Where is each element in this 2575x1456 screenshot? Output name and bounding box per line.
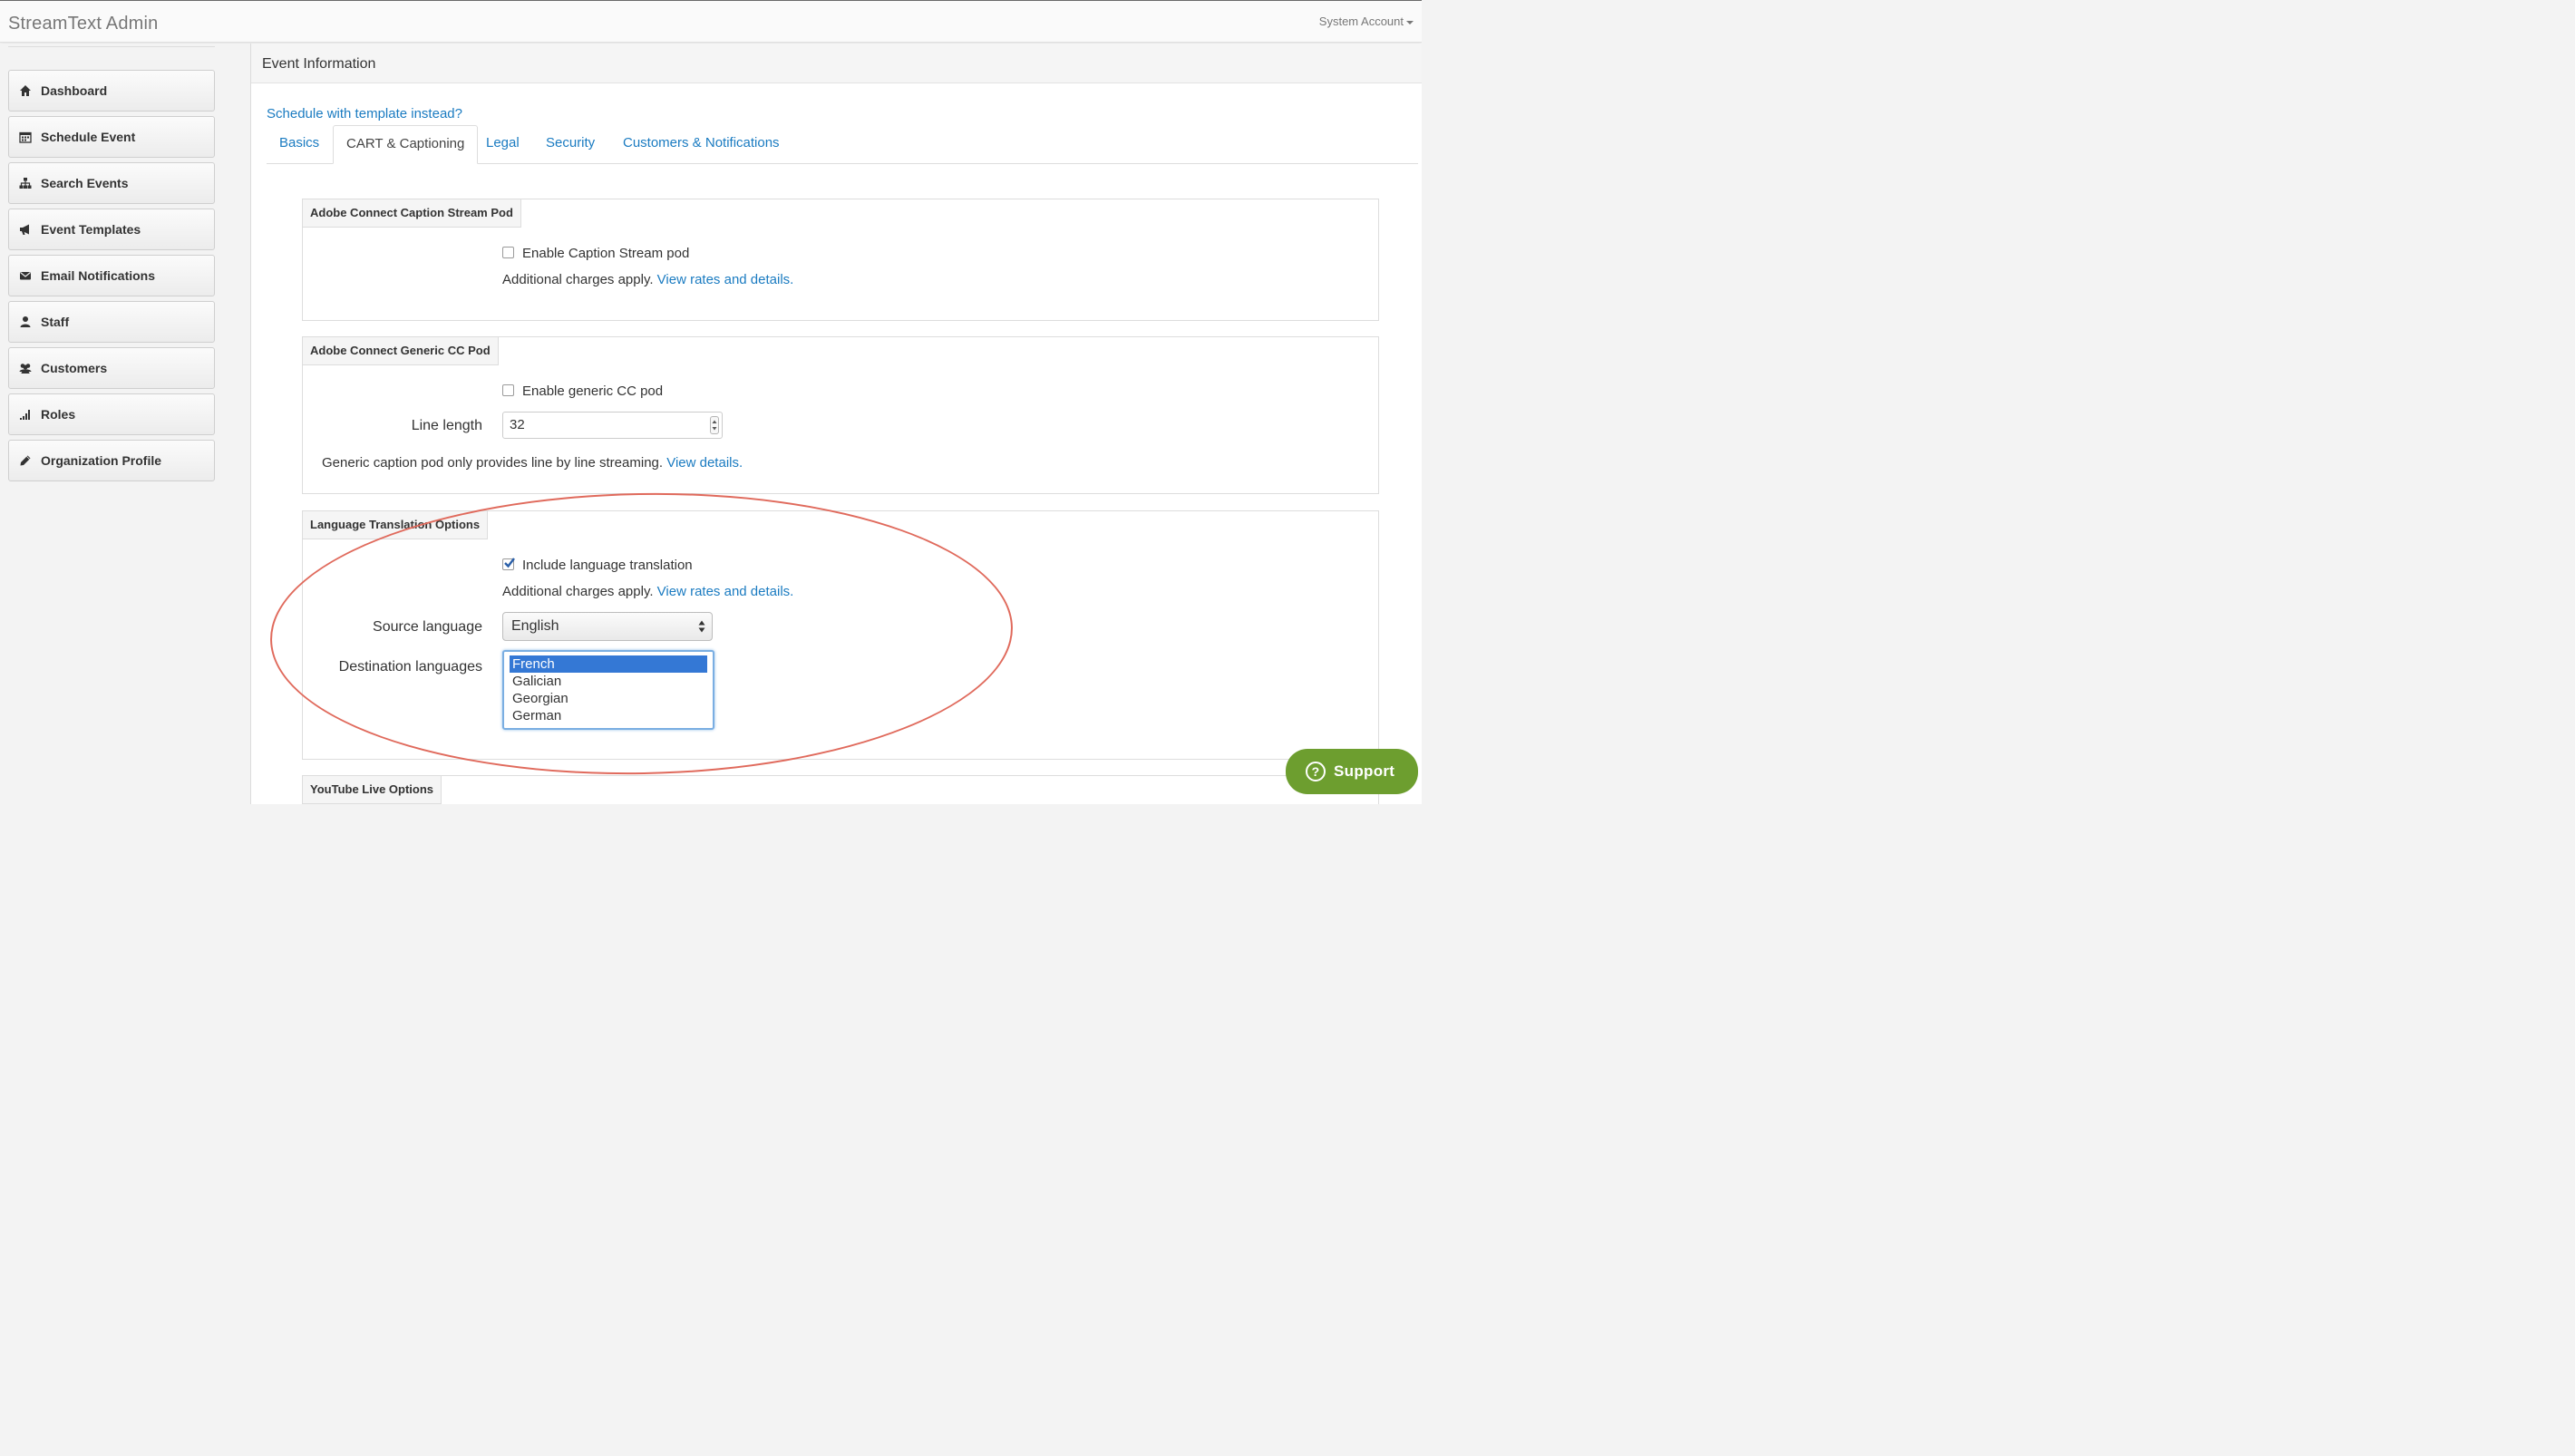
caret-down-icon [1406,20,1414,24]
generic-cc-note: Generic caption pod only provides line b… [322,455,743,471]
users-icon [19,364,32,374]
tab-cart-captioning[interactable]: CART & Captioning [333,125,479,164]
sidebar-item-email-notifications[interactable]: Email Notifications [8,255,215,296]
envelope-icon [20,272,31,280]
schedule-with-template-link[interactable]: Schedule with template instead? [267,106,462,121]
support-label: Support [1334,762,1395,780]
sidebar-item-schedule-event[interactable]: Schedule Event [8,116,215,158]
page-title: Event Information [262,56,376,72]
sidebar-item-roles[interactable]: Roles [8,393,215,435]
pencil-icon [20,455,31,466]
note-text: Generic caption pod only provides line b… [322,455,664,471]
listbox-option-galician[interactable]: Galician [510,673,707,690]
sidebar-item-label: Organization Profile [41,453,162,468]
event-tabs: Basics CART & Captioning Legal Security … [267,125,1418,164]
account-menu[interactable]: System Account [1319,15,1414,28]
main-content: Event Information Schedule with template… [251,44,1422,804]
destination-languages-listbox[interactable]: French Galician Georgian German [502,650,714,730]
generic-cc-checkbox-row[interactable]: Enable generic CC pod [502,383,663,399]
source-language-select[interactable]: English [502,612,713,641]
sidebar-item-label: Schedule Event [41,130,136,144]
checkbox-label: Enable generic CC pod [522,383,664,399]
tab-security[interactable]: Security [533,125,607,163]
bullhorn-icon [20,224,29,235]
translation-checkbox-row[interactable]: Include language translation [502,558,693,573]
sidebar-divider [8,46,215,47]
sidebar-item-customers[interactable]: Customers [8,347,215,389]
user-icon [20,316,31,327]
account-name: System Account [1318,15,1404,28]
tab-customers-notifications[interactable]: Customers & Notifications [610,125,792,163]
sidebar-item-label: Event Templates [41,222,141,237]
generic-cc-checkbox[interactable] [502,384,514,396]
sidebar-item-label: Search Events [41,176,129,190]
sidebar-item-organization-profile[interactable]: Organization Profile [8,440,215,481]
selected-value: English [511,618,559,634]
source-language-label: Source language [373,619,482,635]
panel-title: Adobe Connect Generic CC Pod [302,336,499,365]
line-length-input[interactable]: 32 [502,412,723,439]
panel-title: Language Translation Options [302,510,489,539]
view-details-link[interactable]: View details. [666,455,743,471]
home-icon [20,85,31,96]
support-button[interactable]: ? Support [1286,749,1418,794]
tab-legal[interactable]: Legal [473,125,532,163]
select-arrows-icon [698,620,705,633]
sitemap-icon [19,178,32,189]
view-rates-link[interactable]: View rates and details. [657,272,794,287]
sidebar: Dashboard Schedule Event Search Events E… [0,44,251,804]
app-brand[interactable]: StreamText Admin [8,14,159,34]
listbox-option-french[interactable]: French [510,655,707,673]
checkbox-label: Include language translation [522,558,693,573]
sidebar-item-search-events[interactable]: Search Events [8,162,215,204]
calendar-icon [19,131,32,143]
note-text: Additional charges apply. [502,584,654,599]
panel-title: Adobe Connect Caption Stream Pod [302,199,521,228]
caption-stream-panel: Adobe Connect Caption Stream Pod Enable … [302,199,1379,321]
caption-stream-checkbox-row[interactable]: Enable Caption Stream pod [502,246,689,261]
caption-stream-checkbox[interactable] [502,247,514,258]
top-navbar: StreamText Admin System Account [0,0,1422,43]
translation-checkbox[interactable] [502,558,515,570]
sidebar-item-dashboard[interactable]: Dashboard [8,70,215,112]
listbox-option-georgian[interactable]: Georgian [510,690,707,707]
sidebar-item-label: Email Notifications [41,268,156,283]
panel-title: YouTube Live Options [302,775,442,804]
tab-basics[interactable]: Basics [267,125,332,163]
checkbox-label: Enable Caption Stream pod [522,246,690,261]
sidebar-item-label: Staff [41,315,70,329]
sidebar-item-staff[interactable]: Staff [8,301,215,343]
input-value: 32 [510,417,525,432]
listbox-option-german[interactable]: German [510,707,707,724]
help-icon: ? [1306,762,1326,781]
sidebar-item-label: Roles [41,407,76,422]
stepper-icon[interactable] [710,416,719,434]
translation-panel: Language Translation Options Include lan… [302,510,1379,760]
note-text: Additional charges apply. [502,272,654,287]
sidebar-item-event-templates[interactable]: Event Templates [8,209,215,250]
charges-note: Additional charges apply. View rates and… [502,272,793,287]
sidebar-item-label: Dashboard [41,83,108,98]
generic-cc-panel: Adobe Connect Generic CC Pod Enable gene… [302,336,1379,494]
view-rates-link[interactable]: View rates and details. [657,584,794,599]
destination-languages-label: Destination languages [338,659,482,675]
youtube-panel: YouTube Live Options [302,775,1379,804]
sidebar-item-label: Customers [41,361,108,375]
signal-bars-icon [20,410,30,420]
main-header: Event Information [251,44,1422,83]
check-icon [504,558,515,568]
line-length-label: Line length [411,418,482,433]
translation-charges-note: Additional charges apply. View rates and… [502,584,793,599]
